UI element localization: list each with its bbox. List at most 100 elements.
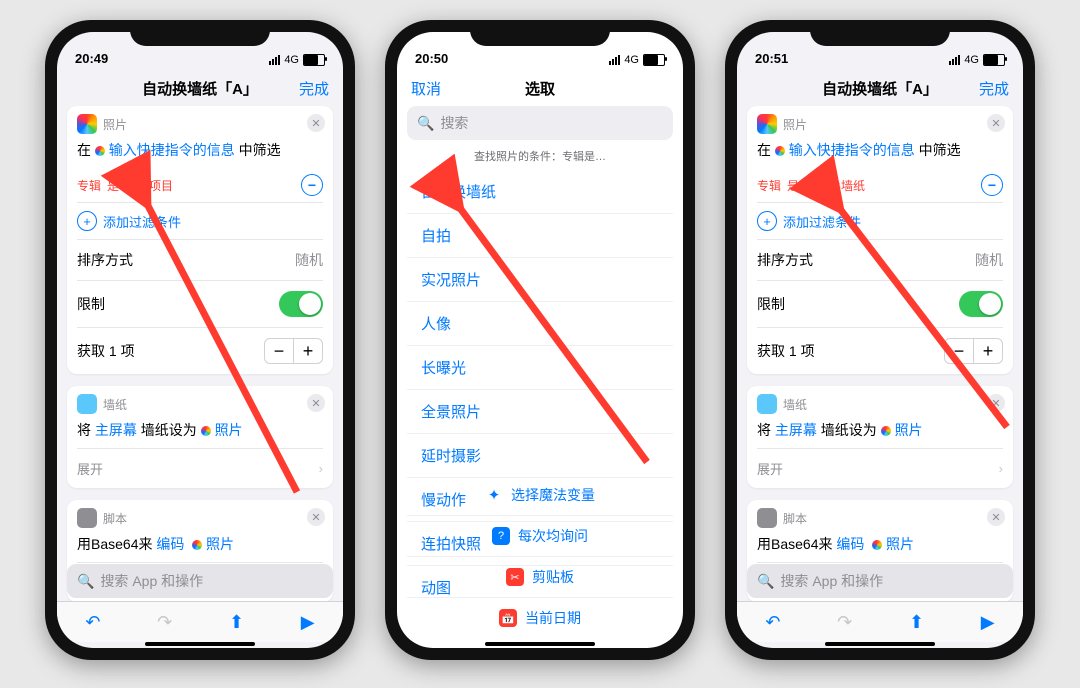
- home-indicator: [145, 642, 255, 646]
- nav-bar: 自动换墙纸「A」 完成: [57, 68, 343, 108]
- signal-icon: [609, 55, 620, 65]
- add-filter-button[interactable]: + 添加过滤条件: [67, 203, 333, 239]
- play-icon[interactable]: ▶: [301, 612, 315, 633]
- album-option[interactable]: 自动换墙纸: [407, 170, 673, 214]
- nav-bar: 自动换墙纸「A」 完成: [737, 68, 1023, 108]
- cancel-button[interactable]: 取消: [411, 78, 441, 99]
- sort-row[interactable]: 排序方式 随机: [67, 240, 333, 280]
- card-header: 照片: [747, 106, 1013, 138]
- filter-sentence[interactable]: 在 输入快捷指令的信息 中筛选: [67, 138, 333, 168]
- expand-row[interactable]: 展开 ›: [67, 449, 333, 488]
- album-option[interactable]: 人像: [407, 302, 673, 346]
- filter-value[interactable]: 最近项目: [125, 177, 173, 194]
- wand-icon: ✦: [485, 486, 503, 504]
- expand-row[interactable]: 展开 ›: [747, 449, 1013, 488]
- input-token[interactable]: 输入快捷指令的信息: [109, 142, 235, 158]
- filter-is[interactable]: 是: [107, 177, 119, 194]
- wallpaper-sentence[interactable]: 将 主屏幕 墙纸设为 照片: [67, 418, 333, 448]
- rainbow-icon: [881, 426, 891, 436]
- label: 选择魔法变量: [511, 485, 595, 505]
- phone-1: 20:49 4G 自动换墙纸「A」 完成 ✕ 照片 在: [45, 20, 355, 660]
- count-label: 获取 1 项: [757, 341, 815, 361]
- text: 墙纸设为: [821, 422, 877, 438]
- close-icon[interactable]: ✕: [307, 114, 325, 132]
- filter-is[interactable]: 是: [787, 177, 799, 194]
- stepper-minus[interactable]: −: [265, 339, 294, 363]
- remove-filter-icon[interactable]: −: [981, 174, 1003, 196]
- filter-row[interactable]: 专辑 是 自动换墙纸 −: [747, 168, 1013, 202]
- stepper-plus[interactable]: +: [294, 339, 322, 363]
- filter-sentence[interactable]: 在 输入快捷指令的信息 中筛选: [747, 138, 1013, 168]
- sort-row[interactable]: 排序方式 随机: [747, 240, 1013, 280]
- album-option[interactable]: 延时摄影: [407, 434, 673, 478]
- close-icon[interactable]: ✕: [987, 114, 1005, 132]
- undo-icon[interactable]: ↶: [85, 612, 100, 633]
- limit-label: 限制: [757, 294, 785, 314]
- album-option[interactable]: 实况照片: [407, 258, 673, 302]
- photo-token[interactable]: 照片: [886, 536, 914, 552]
- photo-token[interactable]: 照片: [215, 422, 243, 438]
- stepper-minus[interactable]: −: [945, 339, 974, 363]
- plus-icon: +: [757, 211, 777, 231]
- encode-token[interactable]: 编码: [156, 536, 184, 552]
- calendar-icon: 📅: [499, 609, 517, 627]
- magic-var-button[interactable]: ✦ 选择魔法变量: [407, 475, 673, 515]
- undo-icon[interactable]: ↶: [765, 612, 780, 633]
- close-icon[interactable]: ✕: [307, 394, 325, 412]
- card-header-label: 脚本: [783, 510, 807, 527]
- list-caption: 查找照片的条件：专辑是…: [407, 140, 673, 170]
- filter-album[interactable]: 专辑: [757, 177, 781, 194]
- album-option[interactable]: 长曝光: [407, 346, 673, 390]
- script-sentence[interactable]: 用Base64来 编码 照片: [747, 532, 1013, 562]
- encode-token[interactable]: 编码: [836, 536, 864, 552]
- search-input[interactable]: 🔍 搜索 App 和操作: [67, 564, 333, 598]
- notch: [130, 20, 270, 46]
- current-date-button[interactable]: 📅当前日期: [407, 597, 673, 638]
- phone-3: 20:51 4G 自动换墙纸「A」 完成 ✕ 照片 在 输入快捷指: [725, 20, 1035, 660]
- sort-value[interactable]: 随机: [295, 250, 323, 270]
- share-icon[interactable]: ⬆︎: [909, 612, 924, 633]
- search-icon: 🔍: [417, 115, 434, 132]
- bottom-actions: ✦ 选择魔法变量 ?每次均询问 ✂剪贴板 📅当前日期: [407, 475, 673, 638]
- add-filter-button[interactable]: + 添加过滤条件: [747, 203, 1013, 239]
- sort-value[interactable]: 随机: [975, 250, 1003, 270]
- ask-each-time-button[interactable]: ?每次均询问: [407, 515, 673, 556]
- chevron-right-icon: ›: [999, 461, 1003, 476]
- done-button[interactable]: 完成: [299, 78, 329, 99]
- input-token[interactable]: 输入快捷指令的信息: [789, 142, 915, 158]
- stepper[interactable]: −+: [264, 338, 323, 364]
- close-icon[interactable]: ✕: [987, 508, 1005, 526]
- script-sentence[interactable]: 用Base64来 编码 照片: [67, 532, 333, 562]
- close-icon[interactable]: ✕: [307, 508, 325, 526]
- play-icon[interactable]: ▶: [981, 612, 995, 633]
- home-token[interactable]: 主屏幕: [775, 422, 817, 438]
- photos-icon: [77, 114, 97, 134]
- limit-toggle[interactable]: [279, 291, 323, 317]
- limit-toggle[interactable]: [959, 291, 1003, 317]
- remove-filter-icon[interactable]: −: [301, 174, 323, 196]
- search-input[interactable]: 🔍 搜索 App 和操作: [747, 564, 1013, 598]
- photo-token[interactable]: 照片: [895, 422, 923, 438]
- text: 在: [757, 142, 771, 158]
- nav-title: 选取: [525, 78, 555, 99]
- redo-icon[interactable]: ↷: [157, 612, 172, 633]
- stepper[interactable]: −+: [944, 338, 1003, 364]
- nav-title: 自动换墙纸「A」: [822, 78, 938, 99]
- stepper-plus[interactable]: +: [974, 339, 1002, 363]
- wallpaper-sentence[interactable]: 将 主屏幕 墙纸设为 照片: [747, 418, 1013, 448]
- content: ✕ 照片 在 输入快捷指令的信息 中筛选 专辑 是 最近项目 −: [57, 106, 343, 648]
- filter-value[interactable]: 自动换墙纸: [805, 177, 865, 194]
- search-input[interactable]: 🔍 搜索: [407, 106, 673, 140]
- album-option[interactable]: 全景照片: [407, 390, 673, 434]
- filter-album[interactable]: 专辑: [77, 177, 101, 194]
- home-token[interactable]: 主屏幕: [95, 422, 137, 438]
- album-option[interactable]: 自拍: [407, 214, 673, 258]
- share-icon[interactable]: ⬆︎: [229, 612, 244, 633]
- card-wallpaper: ✕ 墙纸 将 主屏幕 墙纸设为 照片 展开 ›: [747, 386, 1013, 488]
- photo-token[interactable]: 照片: [206, 536, 234, 552]
- done-button[interactable]: 完成: [979, 78, 1009, 99]
- filter-row[interactable]: 专辑 是 最近项目 −: [67, 168, 333, 202]
- close-icon[interactable]: ✕: [987, 394, 1005, 412]
- redo-icon[interactable]: ↷: [837, 612, 852, 633]
- clipboard-button[interactable]: ✂剪贴板: [407, 556, 673, 597]
